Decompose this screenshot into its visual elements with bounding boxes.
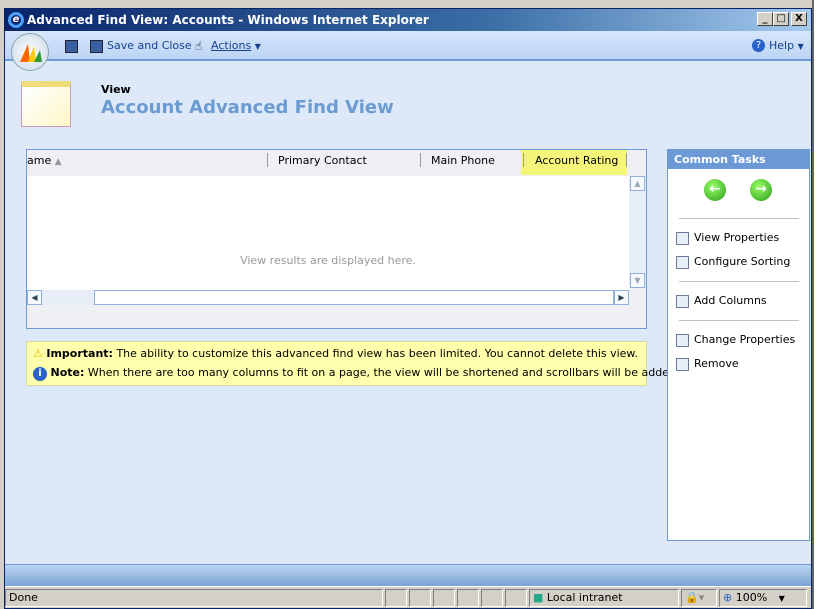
move-right-button[interactable]: → bbox=[750, 179, 772, 201]
note-notice: i Note: When there are too many columns … bbox=[33, 364, 679, 382]
scroll-up-button[interactable]: ▲ bbox=[630, 176, 645, 191]
status-bar: Done ■ Local intranet 🔒▾ ⊕ 100% ▼ bbox=[5, 586, 811, 608]
view-icon bbox=[21, 81, 71, 127]
header-label: View bbox=[101, 83, 131, 96]
task-view-properties[interactable]: View Properties bbox=[676, 230, 779, 246]
column-name[interactable]: ame ▲ bbox=[27, 154, 62, 167]
help-menu[interactable]: Help ▼ bbox=[769, 39, 804, 52]
help-icon: ? bbox=[752, 39, 765, 52]
column-divider[interactable] bbox=[523, 153, 524, 167]
chevron-down-icon: ▼ bbox=[254, 42, 261, 51]
note-label: Note: bbox=[50, 366, 85, 379]
horizontal-scrollbar[interactable]: ◀ ▶ bbox=[27, 290, 629, 305]
sort-ascending-icon: ▲ bbox=[54, 157, 62, 167]
empty-message: View results are displayed here. bbox=[240, 254, 416, 267]
zoom-icon: ⊕ bbox=[723, 591, 733, 604]
actions-hand-icon: ☝ bbox=[195, 39, 203, 53]
column-main-phone[interactable]: Main Phone bbox=[431, 154, 495, 167]
task-label: Change Properties bbox=[694, 333, 796, 346]
zoom-button[interactable]: ⊕ 100% ▼ bbox=[719, 589, 807, 607]
status-cell bbox=[433, 589, 455, 607]
notice-box: ⚠ Important: The ability to customize th… bbox=[26, 341, 679, 386]
task-add-columns[interactable]: Add Columns bbox=[676, 293, 767, 309]
column-divider[interactable] bbox=[626, 153, 627, 167]
task-label: Add Columns bbox=[694, 294, 767, 307]
lock-icon: 🔒 bbox=[685, 591, 699, 604]
column-primary-contact[interactable]: Primary Contact bbox=[278, 154, 367, 167]
save-icon[interactable] bbox=[65, 40, 78, 53]
page-title: Account Advanced Find View bbox=[101, 97, 394, 118]
toolbar: Save and Close ☝ Actions ▼ ? Help ▼ bbox=[5, 31, 811, 61]
minimize-button[interactable]: _ bbox=[757, 12, 773, 26]
status-cell bbox=[409, 589, 431, 607]
status-cell bbox=[481, 589, 503, 607]
status-cell bbox=[505, 589, 527, 607]
change-properties-icon bbox=[676, 333, 689, 347]
divider bbox=[679, 218, 799, 219]
save-close-icon bbox=[90, 40, 103, 53]
zoom-level: 100% bbox=[735, 591, 768, 604]
panel-title: Common Tasks bbox=[668, 150, 809, 169]
sort-icon bbox=[676, 255, 689, 269]
status-cell bbox=[385, 589, 407, 607]
task-remove[interactable]: Remove bbox=[676, 356, 739, 372]
task-configure-sorting[interactable]: Configure Sorting bbox=[676, 254, 790, 270]
grid-header: ame ▲ Primary Contact Main Phone Account… bbox=[27, 150, 629, 172]
status-text: Done bbox=[5, 589, 383, 607]
ie-icon: e bbox=[8, 12, 24, 28]
save-and-close-button[interactable]: Save and Close bbox=[107, 39, 192, 52]
help-label: Help bbox=[769, 39, 795, 52]
chevron-down-icon: ▼ bbox=[797, 42, 804, 51]
info-icon: i bbox=[33, 367, 47, 381]
window-title: Advanced Find View: Accounts - Windows I… bbox=[27, 13, 429, 27]
note-text: When there are too many columns to fit o… bbox=[84, 366, 680, 379]
task-label: Remove bbox=[694, 357, 739, 370]
protected-mode-button[interactable]: 🔒▾ bbox=[681, 589, 717, 607]
view-grid: ame ▲ Primary Contact Main Phone Account… bbox=[26, 149, 647, 329]
important-text: The ability to customize this advanced f… bbox=[112, 347, 638, 360]
scroll-down-button[interactable]: ▼ bbox=[630, 273, 645, 288]
column-label: ame bbox=[27, 154, 52, 167]
actions-menu[interactable]: Actions ▼ bbox=[211, 39, 261, 52]
important-label: Important: bbox=[46, 347, 113, 360]
intranet-icon: ■ bbox=[533, 591, 544, 604]
background-window bbox=[812, 0, 819, 609]
divider bbox=[679, 320, 799, 321]
column-account-rating[interactable]: Account Rating bbox=[535, 154, 618, 167]
column-divider[interactable] bbox=[267, 153, 268, 167]
column-divider[interactable] bbox=[420, 153, 421, 167]
add-columns-icon bbox=[676, 294, 689, 308]
maximize-button[interactable]: □ bbox=[773, 12, 789, 26]
remove-icon bbox=[676, 357, 689, 371]
important-notice: ⚠ Important: The ability to customize th… bbox=[33, 345, 638, 363]
task-label: View Properties bbox=[694, 231, 780, 244]
grid-body: View results are displayed here. bbox=[27, 176, 629, 294]
actions-label: Actions bbox=[211, 39, 252, 52]
security-zone: ■ Local intranet bbox=[529, 589, 679, 607]
common-tasks-panel: Common Tasks ← → View Properties Configu… bbox=[667, 149, 810, 541]
view-properties-icon bbox=[676, 231, 689, 245]
vertical-scrollbar[interactable]: ▲ ▼ bbox=[629, 176, 646, 288]
task-change-properties[interactable]: Change Properties bbox=[676, 332, 795, 348]
zone-label: Local intranet bbox=[546, 591, 623, 604]
move-left-button[interactable]: ← bbox=[704, 179, 726, 201]
scroll-left-button[interactable]: ◀ bbox=[27, 290, 42, 305]
footer-bar bbox=[5, 564, 811, 586]
task-label: Configure Sorting bbox=[694, 255, 791, 268]
status-cell bbox=[457, 589, 479, 607]
scroll-right-button[interactable]: ▶ bbox=[614, 290, 629, 305]
crm-logo bbox=[11, 33, 49, 71]
warning-icon: ⚠ bbox=[33, 347, 43, 360]
ie-window: e Advanced Find View: Accounts - Windows… bbox=[4, 8, 812, 609]
divider bbox=[679, 281, 799, 282]
close-button[interactable]: X bbox=[791, 12, 807, 26]
title-bar: e Advanced Find View: Accounts - Windows… bbox=[5, 9, 811, 31]
chevron-down-icon: ▼ bbox=[778, 594, 785, 603]
scroll-thumb[interactable] bbox=[94, 290, 614, 305]
